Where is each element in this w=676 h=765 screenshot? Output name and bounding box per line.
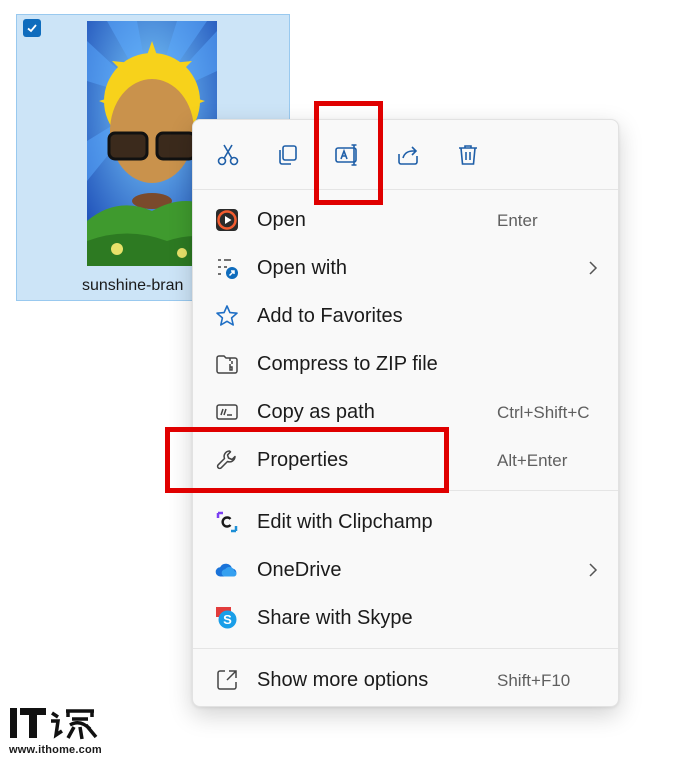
copy-icon <box>279 145 297 165</box>
menu-item-share-with-skype[interactable]: S Share with Skype <box>193 595 618 641</box>
media-player-icon <box>216 209 238 231</box>
menu-item-shortcut: Ctrl+Shift+C <box>497 403 590 422</box>
menu-item-edit-with-clipchamp[interactable]: Edit with Clipchamp <box>193 499 618 545</box>
scissors-icon <box>217 144 239 166</box>
menu-item-open[interactable]: Open Enter <box>193 197 618 243</box>
menu-item-label: Compress to ZIP file <box>257 353 438 375</box>
star-icon <box>216 305 238 326</box>
zip-icon <box>216 355 238 374</box>
share-button[interactable] <box>391 138 425 172</box>
menu-item-label: OneDrive <box>257 559 342 581</box>
menu-item-label: Open <box>257 209 306 231</box>
menu-item-label: Show more options <box>257 669 429 691</box>
open-with-icon <box>218 259 238 279</box>
highlight-box-rename <box>314 101 383 205</box>
separator <box>193 648 618 649</box>
menu-item-onedrive[interactable]: OneDrive <box>193 547 618 593</box>
show-more-icon <box>217 670 237 690</box>
chevron-right-icon <box>589 261 598 275</box>
menu-item-shortcut: Alt+Enter <box>497 451 568 470</box>
menu-item-open-with[interactable]: Open with <box>193 245 618 291</box>
watermark-url: www.ithome.com <box>9 744 102 756</box>
trash-icon <box>459 145 477 165</box>
share-icon <box>398 146 418 165</box>
menu-item-label: Edit with Clipchamp <box>257 511 433 533</box>
cut-button[interactable] <box>211 138 245 172</box>
selection-checkbox[interactable] <box>23 19 41 37</box>
delete-button[interactable] <box>451 138 485 172</box>
context-menu-toolbar <box>193 120 618 190</box>
menu-item-label: Share with Skype <box>257 607 413 629</box>
menu-item-shortcut: Enter <box>497 211 538 230</box>
clipchamp-icon <box>216 511 238 533</box>
skype-icon: S <box>216 607 237 629</box>
menu-item-compress-zip[interactable]: Compress to ZIP file <box>193 341 618 387</box>
highlight-box-properties <box>165 427 449 493</box>
menu-item-label: Copy as path <box>257 401 375 423</box>
watermark-logo <box>8 705 100 748</box>
menu-item-label: Add to Favorites <box>257 305 403 327</box>
menu-item-show-more-options[interactable]: Show more options Shift+F10 <box>193 657 618 703</box>
menu-item-add-to-favorites[interactable]: Add to Favorites <box>193 293 618 339</box>
menu-item-label: Open with <box>257 257 348 279</box>
context-menu: Open Enter Open with Add to Favorites Co… <box>192 119 619 707</box>
svg-text:S: S <box>223 612 232 627</box>
menu-item-shortcut: Shift+F10 <box>497 671 571 690</box>
chevron-right-icon <box>589 563 598 577</box>
copy-button[interactable] <box>271 138 305 172</box>
separator <box>193 189 618 190</box>
copy-path-icon <box>216 404 238 420</box>
cloud-icon <box>215 563 237 577</box>
